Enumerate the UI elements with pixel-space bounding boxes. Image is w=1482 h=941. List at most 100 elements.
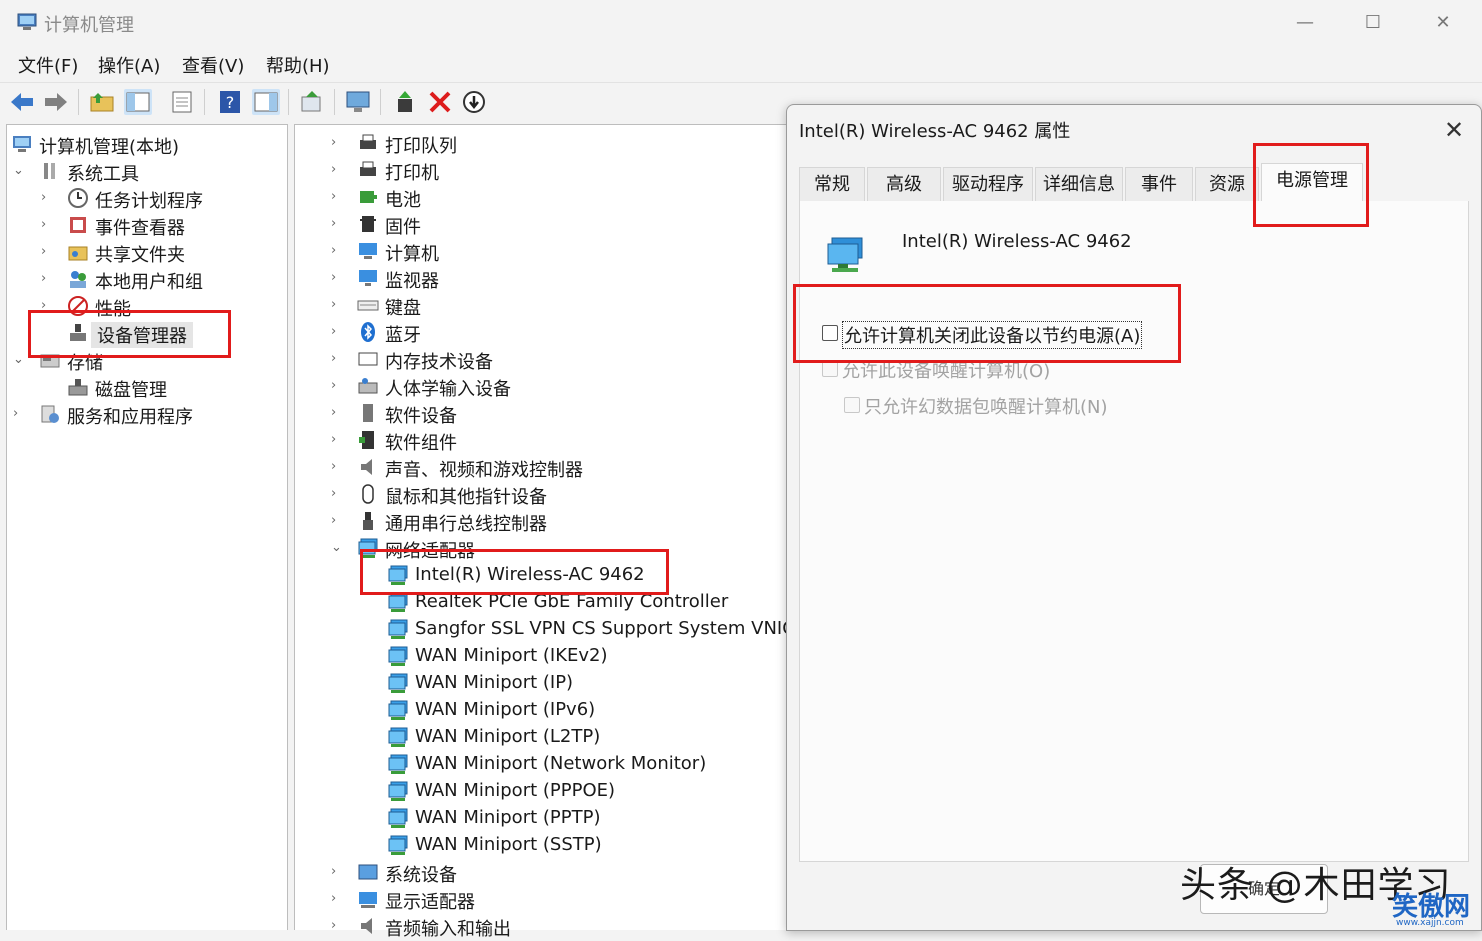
allow-power-off-label[interactable]: 允许计算机关闭此设备以节约电源(A): [842, 321, 1143, 349]
console-tree-item[interactable]: › 共享文件夹: [7, 239, 287, 266]
expand-arrow-icon[interactable]: ›: [331, 270, 336, 285]
dialog-close-button[interactable]: ✕: [1437, 113, 1471, 147]
console-tree-item[interactable]: › 任务计划程序: [7, 185, 287, 212]
network-adapter-item[interactable]: WAN Miniport (PPPOE): [295, 778, 795, 804]
expand-arrow-icon[interactable]: ›: [331, 486, 336, 501]
uninstall-device-icon[interactable]: [426, 89, 454, 115]
tab-events[interactable]: 事件: [1125, 167, 1193, 202]
device-category-item[interactable]: › 软件组件: [295, 427, 795, 454]
device-category-item[interactable]: › 打印队列: [295, 130, 795, 157]
tree-item-label: 固件: [385, 217, 421, 238]
network-adapter-item[interactable]: Realtek PCIe GbE Family Controller: [295, 589, 795, 615]
collapse-arrow-icon[interactable]: ⌄: [13, 352, 24, 367]
device-category-item[interactable]: ⌄ 网络适配器: [295, 535, 795, 562]
menu-view[interactable]: 查看(V): [182, 52, 244, 78]
device-category-item[interactable]: › 蓝牙: [295, 319, 795, 346]
expand-arrow-icon[interactable]: ›: [331, 378, 336, 393]
menu-help[interactable]: 帮助(H): [266, 52, 330, 78]
expand-arrow-icon[interactable]: ›: [41, 244, 46, 259]
show-tree-icon[interactable]: [124, 89, 152, 115]
device-category-item[interactable]: › 音频输入和输出: [295, 913, 795, 940]
device-category-item[interactable]: › 内存技术设备: [295, 346, 795, 373]
expand-arrow-icon[interactable]: ›: [41, 298, 46, 313]
menu-file[interactable]: 文件(F): [18, 52, 78, 78]
update-driver-icon[interactable]: [392, 89, 420, 115]
console-tree-item[interactable]: 计算机管理(本地): [7, 131, 287, 158]
expand-arrow-icon[interactable]: ›: [331, 432, 336, 447]
expand-arrow-icon[interactable]: ›: [331, 297, 336, 312]
console-tree-item[interactable]: ⌄ 系统工具: [7, 158, 287, 185]
tab-advanced[interactable]: 高级: [867, 167, 941, 202]
up-folder-icon[interactable]: [88, 89, 116, 115]
device-category-item[interactable]: › 通用串行总线控制器: [295, 508, 795, 535]
expand-arrow-icon[interactable]: ›: [331, 189, 336, 204]
console-tree-item[interactable]: › 服务和应用程序: [7, 401, 287, 428]
console-tree-item[interactable]: › 事件查看器: [7, 212, 287, 239]
expand-arrow-icon[interactable]: ›: [331, 216, 336, 231]
tree-item-label: Sangfor SSL VPN CS Support System VNIC: [415, 618, 795, 639]
expand-arrow-icon[interactable]: ›: [331, 891, 336, 906]
expand-arrow-icon[interactable]: ›: [331, 918, 336, 933]
tab-general[interactable]: 常规: [799, 167, 865, 202]
device-category-item[interactable]: › 人体学输入设备: [295, 373, 795, 400]
device-category-item[interactable]: › 打印机: [295, 157, 795, 184]
expand-arrow-icon[interactable]: ›: [41, 190, 46, 205]
network-adapter-item[interactable]: WAN Miniport (IPv6): [295, 697, 795, 723]
collapse-arrow-icon[interactable]: ⌄: [13, 163, 24, 178]
network-adapter-item[interactable]: WAN Miniport (SSTP): [295, 832, 795, 858]
expand-arrow-icon[interactable]: ›: [331, 459, 336, 474]
console-tree-item[interactable]: ⌄ 存储: [7, 347, 287, 374]
device-category-item[interactable]: › 电池: [295, 184, 795, 211]
expand-arrow-icon[interactable]: ›: [41, 271, 46, 286]
minimize-button[interactable]: —: [1282, 8, 1328, 38]
tab-power-management[interactable]: 电源管理: [1261, 163, 1363, 202]
tab-driver[interactable]: 驱动程序: [943, 167, 1033, 202]
device-category-item[interactable]: › 系统设备: [295, 859, 795, 886]
help-icon[interactable]: ?: [216, 89, 244, 115]
expand-arrow-icon[interactable]: ›: [331, 405, 336, 420]
menu-action[interactable]: 操作(A): [98, 52, 160, 78]
device-category-item[interactable]: › 监视器: [295, 265, 795, 292]
device-category-item[interactable]: › 软件设备: [295, 400, 795, 427]
back-arrow-icon[interactable]: [8, 89, 36, 115]
network-adapter-item[interactable]: Intel(R) Wireless-AC 9462: [295, 562, 795, 588]
expand-arrow-icon[interactable]: ›: [331, 162, 336, 177]
console-tree-item[interactable]: 磁盘管理: [7, 374, 287, 401]
network-adapter-item[interactable]: WAN Miniport (L2TP): [295, 724, 795, 750]
device-category-item[interactable]: › 固件: [295, 211, 795, 238]
network-adapter-item[interactable]: WAN Miniport (IP): [295, 670, 795, 696]
expand-arrow-icon[interactable]: ›: [331, 135, 336, 150]
expand-arrow-icon[interactable]: ›: [331, 243, 336, 258]
device-category-item[interactable]: › 显示适配器: [295, 886, 795, 913]
expand-arrow-icon[interactable]: ›: [41, 217, 46, 232]
scan-hardware-icon[interactable]: [344, 89, 372, 115]
device-category-item[interactable]: › 键盘: [295, 292, 795, 319]
disable-device-icon[interactable]: [460, 89, 488, 115]
network-adapter-item[interactable]: Sangfor SSL VPN CS Support System VNIC: [295, 616, 795, 642]
network-adapter-item[interactable]: WAN Miniport (IKEv2): [295, 643, 795, 669]
forward-arrow-icon[interactable]: [42, 89, 70, 115]
device-category-item[interactable]: › 计算机: [295, 238, 795, 265]
properties-icon[interactable]: [168, 89, 196, 115]
allow-power-off-checkbox[interactable]: [822, 325, 838, 341]
collapse-arrow-icon[interactable]: ⌄: [331, 540, 342, 555]
export-list-icon[interactable]: [298, 89, 326, 115]
show-action-pane-icon[interactable]: [252, 89, 280, 115]
expand-arrow-icon[interactable]: ›: [13, 406, 18, 421]
console-tree-item[interactable]: › 本地用户和组: [7, 266, 287, 293]
network-adapter-item[interactable]: WAN Miniport (PPTP): [295, 805, 795, 831]
network-adapter-item[interactable]: WAN Miniport (Network Monitor): [295, 751, 795, 777]
close-button[interactable]: ✕: [1420, 8, 1466, 38]
console-tree-item[interactable]: 设备管理器: [7, 320, 287, 348]
device-category-item[interactable]: › 声音、视频和游戏控制器: [295, 454, 795, 481]
expand-arrow-icon[interactable]: ›: [331, 513, 336, 528]
expand-arrow-icon[interactable]: ›: [331, 324, 336, 339]
keyboard-icon: [357, 300, 379, 311]
tab-details[interactable]: 详细信息: [1035, 167, 1123, 202]
expand-arrow-icon[interactable]: ›: [331, 864, 336, 879]
tab-resources[interactable]: 资源: [1195, 167, 1259, 202]
maximize-button[interactable]: ☐: [1350, 8, 1396, 38]
expand-arrow-icon[interactable]: ›: [331, 351, 336, 366]
device-category-item[interactable]: › 鼠标和其他指针设备: [295, 481, 795, 508]
console-tree-item[interactable]: › 性能: [7, 293, 287, 320]
